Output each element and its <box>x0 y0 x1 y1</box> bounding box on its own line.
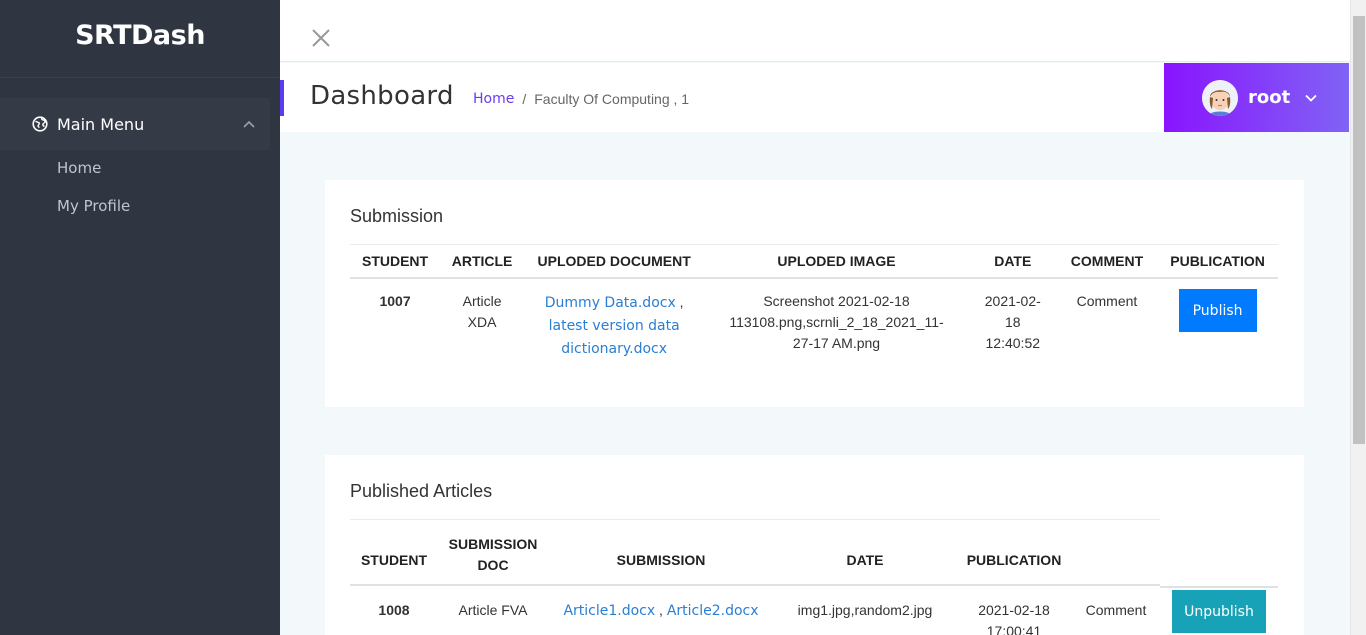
submission-title: Submission <box>350 206 444 226</box>
column-header: PUBLICATION <box>956 519 1072 586</box>
breadcrumb-separator: / <box>522 91 527 107</box>
close-icon[interactable] <box>310 27 332 49</box>
published-articles-card: Published Articles STUDENT SUBMISSION DO… <box>325 455 1304 635</box>
article-date: img1.jpg,random2.jpg <box>797 602 933 618</box>
breadcrumb-home-link[interactable]: Home <box>473 91 514 107</box>
publication-date: 2021-02-18 17:00:41 <box>956 588 1072 635</box>
column-header: STUDENT <box>350 244 441 279</box>
date-line: 17:00:41 <box>986 623 1042 635</box>
article-name-line: XDA <box>467 314 497 330</box>
document-link[interactable]: latest version data dictionary.docx <box>549 318 680 357</box>
article-name: Article XDA <box>440 278 524 372</box>
sidebar-item-my-profile[interactable]: My Profile <box>57 197 130 215</box>
avatar <box>1202 79 1238 116</box>
uploaded-documents: Dummy Data.docx , latest version data di… <box>524 278 704 372</box>
user-profile-menu[interactable]: root <box>1164 63 1349 132</box>
document-link[interactable]: Article2.docx <box>667 603 759 619</box>
published-table-header: STUDENT SUBMISSION DOC SUBMISSION DATE P… <box>350 519 1160 586</box>
main-menu-toggle[interactable]: Main Menu <box>0 98 270 150</box>
student-id: 1008 <box>378 602 410 618</box>
sidebar-item-home[interactable]: Home <box>57 159 101 177</box>
table-row: 1007 Article XDA Dummy Data.docx , lates… <box>350 278 1278 372</box>
column-header: COMMENT <box>1056 244 1158 279</box>
column-header: ARTICLE <box>440 244 525 279</box>
student-id: 1007 <box>379 293 411 309</box>
column-header: UPLODED IMAGE <box>704 244 969 279</box>
column-header: DATE <box>774 519 956 586</box>
uploaded-images: Screenshot 2021-02-18 113108.png,scrnli_… <box>729 293 944 351</box>
column-header: UPLODED DOCUMENT <box>524 244 705 279</box>
date-line: 2021-02- <box>984 293 1041 309</box>
breadcrumb: Home / Faculty Of Computing , 1 <box>473 91 689 107</box>
top-bar <box>280 0 1350 62</box>
submission-card: Submission STUDENT ARTICLE UPLODED DOCUM… <box>325 180 1304 407</box>
column-header: DATE <box>968 244 1057 279</box>
unpublish-button[interactable]: Unpublish <box>1172 590 1266 633</box>
page-title-area: Dashboard Home / Faculty Of Computing , … <box>280 63 1164 132</box>
document-separator: , <box>675 294 684 310</box>
date-line: 12:40:52 <box>985 335 1041 351</box>
page-title: Dashboard <box>310 81 454 111</box>
chevron-up-icon <box>242 117 256 131</box>
publish-button[interactable]: Publish <box>1178 289 1257 332</box>
published-articles-title: Published Articles <box>350 481 493 501</box>
document-link[interactable]: Article1.docx <box>563 603 655 619</box>
column-header: PUBLICATION <box>1157 244 1278 279</box>
scrollbar[interactable] <box>1350 0 1366 635</box>
table-header-row: STUDENT ARTICLE UPLODED DOCUMENT UPLODED… <box>350 244 1278 279</box>
comment: Comment <box>1076 293 1138 309</box>
logo[interactable]: SRTDash <box>75 20 205 51</box>
date-line: 18 <box>1004 314 1021 330</box>
document-link[interactable]: Dummy Data.docx <box>545 295 676 311</box>
comment: Comment <box>1085 602 1147 618</box>
title-accent-bar <box>280 80 284 116</box>
chevron-down-icon <box>1304 91 1318 105</box>
table-header-row: STUDENT SUBMISSION DOC SUBMISSION DATE P… <box>350 519 1160 586</box>
submission-doc: Article FVA <box>458 602 528 618</box>
submission-files: Article1.docx , Article2.docx <box>548 588 774 635</box>
breadcrumb-current: Faculty Of Computing , 1 <box>534 91 690 107</box>
scrollbar-thumb[interactable] <box>1353 16 1365 444</box>
logo-area: SRTDash <box>0 0 280 78</box>
sidebar: SRTDash Main Menu Home My Profile <box>0 0 280 635</box>
document-separator: , <box>655 602 667 618</box>
article-name-line: Article <box>462 293 502 309</box>
submission-date: 2021-02- 18 12:40:52 <box>969 278 1057 372</box>
user-name: root <box>1248 87 1291 108</box>
column-header: STUDENT <box>350 519 438 586</box>
globe-icon <box>32 116 48 132</box>
main-menu-label: Main Menu <box>57 114 145 134</box>
publication-action-cell: Unpublish <box>1160 588 1278 635</box>
submission-table: STUDENT ARTICLE UPLODED DOCUMENT UPLODED… <box>350 244 1278 372</box>
column-header: SUBMISSION <box>548 519 774 586</box>
column-header: SUBMISSION DOC <box>438 519 548 586</box>
column-header-line: SUBMISSION DOC <box>448 536 538 573</box>
published-table-body: 1008 Article FVA Article1.docx , Article… <box>350 588 1278 635</box>
publication-cell: Publish <box>1157 278 1278 372</box>
table-row: 1008 Article FVA Article1.docx , Article… <box>350 588 1278 635</box>
date-line: 2021-02-18 <box>978 602 1050 618</box>
column-header-blank <box>1072 519 1160 586</box>
